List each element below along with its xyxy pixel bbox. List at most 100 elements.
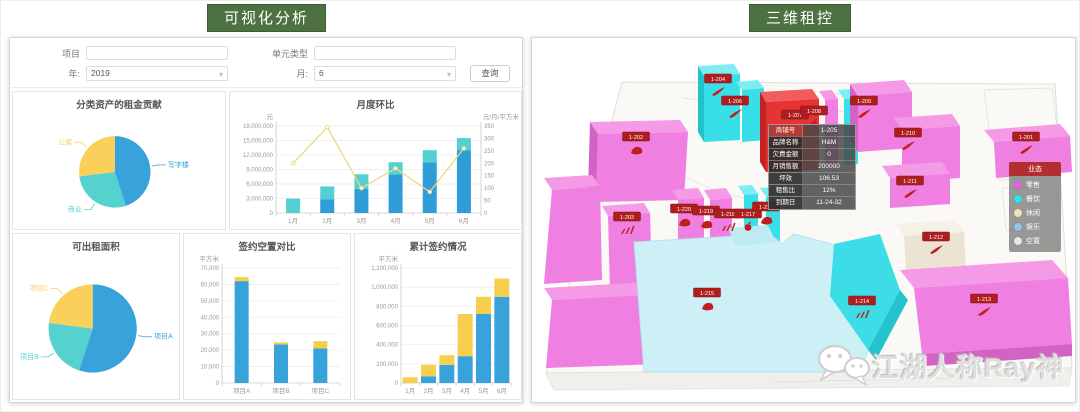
svg-text:18,000,000: 18,000,000 bbox=[243, 124, 274, 130]
svg-text:200,000: 200,000 bbox=[376, 362, 398, 368]
dashboard: 可视化分析 三维租控 项目 单元类型 年: 2019 ▾ 月: 6 bbox=[0, 0, 1080, 412]
legend-item[interactable]: 娱乐 bbox=[1014, 222, 1056, 232]
svg-text:12,000,000: 12,000,000 bbox=[243, 153, 274, 159]
svg-text:5月: 5月 bbox=[425, 217, 435, 225]
visual-analysis-panel: 项目 单元类型 年: 2019 ▾ 月: 6 ▾ 查询 bbox=[9, 37, 523, 403]
tooltip-value: H&M bbox=[803, 137, 855, 149]
legend-color-dot bbox=[1014, 209, 1022, 217]
svg-text:20,000: 20,000 bbox=[201, 348, 220, 354]
left-panel-title: 可视化分析 bbox=[207, 4, 326, 32]
svg-text:项目B: 项目B bbox=[20, 353, 39, 361]
svg-text:3月: 3月 bbox=[356, 217, 366, 225]
svg-text:6月: 6月 bbox=[459, 217, 469, 225]
legend-item[interactable]: 空置 bbox=[1014, 236, 1056, 246]
chart-title: 可出租面积 bbox=[13, 234, 179, 252]
svg-text:0: 0 bbox=[216, 381, 220, 387]
svg-text:1-215: 1-215 bbox=[700, 291, 714, 297]
legend-label: 零售 bbox=[1026, 180, 1040, 190]
chart-title: 签约空置对比 bbox=[184, 234, 350, 252]
svg-text:1-219: 1-219 bbox=[699, 209, 713, 215]
chart-title: 分类资产的租金贡献 bbox=[13, 92, 225, 110]
filter-form: 项目 单元类型 年: 2019 ▾ 月: 6 ▾ 查询 bbox=[10, 38, 522, 88]
svg-text:1-202: 1-202 bbox=[629, 135, 643, 141]
svg-text:元/月/平方米: 元/月/平方米 bbox=[483, 112, 520, 121]
svg-text:9,000,000: 9,000,000 bbox=[246, 168, 273, 174]
svg-text:项目C: 项目C bbox=[30, 285, 49, 293]
svg-text:3,000,000: 3,000,000 bbox=[246, 197, 273, 203]
tooltip-value: 1-205 bbox=[803, 125, 855, 137]
svg-text:6,000,000: 6,000,000 bbox=[246, 182, 273, 188]
signed-vacant-bar-chart: 010,00020,00030,00040,00050,00060,00070,… bbox=[184, 252, 350, 399]
year-select[interactable]: 2019 ▾ bbox=[86, 66, 228, 81]
svg-text:2月: 2月 bbox=[322, 217, 332, 225]
wechat-icon bbox=[816, 342, 872, 388]
search-button[interactable]: 查询 bbox=[470, 65, 510, 82]
svg-text:1-218: 1-218 bbox=[721, 212, 735, 218]
unit-type-label: 单元类型 bbox=[250, 47, 308, 60]
svg-text:10,000: 10,000 bbox=[201, 365, 220, 371]
legend-item[interactable]: 餐饮 bbox=[1014, 194, 1056, 204]
svg-text:60,000: 60,000 bbox=[201, 282, 220, 288]
svg-text:1-203: 1-203 bbox=[620, 215, 634, 221]
svg-text:600,000: 600,000 bbox=[376, 324, 398, 330]
month-select[interactable]: 6 ▾ bbox=[314, 66, 456, 81]
tooltip-label: 坪效 bbox=[769, 173, 803, 184]
tooltip-value: 12% bbox=[803, 185, 855, 197]
signed-vacant-card: 签约空置对比 010,00020,00030,00040,00050,00060… bbox=[183, 233, 351, 400]
legend-label: 娱乐 bbox=[1026, 222, 1040, 232]
tooltip-row: 月销售额200000 bbox=[769, 161, 855, 173]
cumulative-signing-card: 累计签约情况 0200,000400,000600,000800,0001,00… bbox=[354, 233, 522, 400]
svg-text:0: 0 bbox=[395, 381, 399, 387]
unit-type-input[interactable] bbox=[314, 46, 456, 60]
tooltip-row: 坪效106.53 bbox=[769, 173, 855, 185]
svg-text:0: 0 bbox=[270, 211, 274, 217]
right-panel-title: 三维租控 bbox=[749, 4, 851, 32]
svg-text:1-217: 1-217 bbox=[741, 212, 755, 218]
monthly-comparison-card: 月度环比 0 3,000,000 6,000,000 9,000,000 12,000,… bbox=[229, 91, 522, 230]
svg-text:平方米: 平方米 bbox=[379, 254, 399, 263]
svg-text:3月: 3月 bbox=[442, 387, 452, 395]
svg-text:250: 250 bbox=[484, 149, 495, 155]
rent-contribution-pie-chart: 写字楼商业公寓 bbox=[13, 110, 225, 229]
svg-text:4月: 4月 bbox=[391, 217, 401, 225]
svg-text:4月: 4月 bbox=[460, 387, 470, 395]
legend-item[interactable]: 零售 bbox=[1014, 180, 1056, 190]
svg-text:350: 350 bbox=[484, 124, 495, 130]
tooltip-value: 0 bbox=[803, 149, 855, 161]
rentable-area-pie-chart: 项目A项目B项目C bbox=[13, 252, 179, 399]
legend-item[interactable]: 休闲 bbox=[1014, 208, 1056, 218]
svg-text:1-208: 1-208 bbox=[807, 109, 821, 115]
svg-text:公寓: 公寓 bbox=[58, 137, 72, 146]
tooltip-row: 品牌名称H&M bbox=[769, 137, 855, 149]
svg-text:1-204: 1-204 bbox=[711, 77, 725, 83]
project-input[interactable] bbox=[86, 46, 228, 60]
svg-text:1-209: 1-209 bbox=[857, 99, 871, 105]
svg-text:1,200,000: 1,200,000 bbox=[371, 266, 398, 272]
svg-text:1月: 1月 bbox=[405, 387, 415, 395]
svg-text:15,000,000: 15,000,000 bbox=[243, 139, 274, 145]
svg-text:1,000,000: 1,000,000 bbox=[371, 285, 398, 291]
svg-text:1-213: 1-213 bbox=[977, 297, 991, 303]
svg-text:6月: 6月 bbox=[497, 387, 507, 395]
tooltip-row: 商铺号1-205 bbox=[769, 125, 855, 137]
svg-text:2月: 2月 bbox=[423, 387, 433, 395]
svg-text:项目B: 项目B bbox=[272, 387, 289, 395]
svg-text:0: 0 bbox=[484, 211, 488, 217]
project-label: 项目 bbox=[22, 47, 80, 60]
svg-text:800,000: 800,000 bbox=[376, 304, 398, 310]
year-label: 年: bbox=[22, 67, 80, 80]
tooltip-label: 月销售额 bbox=[769, 161, 803, 172]
chart-title: 月度环比 bbox=[230, 92, 521, 110]
legend-color-dot bbox=[1014, 237, 1022, 245]
legend-color-dot bbox=[1014, 195, 1022, 203]
cumulative-signing-bar-chart: 0200,000400,000600,000800,0001,000,0001,… bbox=[355, 252, 521, 399]
svg-text:1-214: 1-214 bbox=[855, 299, 869, 305]
tooltip-row: 到期日11-24-32 bbox=[769, 197, 855, 209]
map-block-vacant[interactable] bbox=[896, 220, 966, 274]
map-legend: 业态 零售餐饮休闲娱乐空置 bbox=[1009, 162, 1061, 252]
svg-text:300: 300 bbox=[484, 136, 495, 142]
tooltip-label: 到期日 bbox=[769, 197, 803, 209]
svg-text:项目C: 项目C bbox=[311, 387, 329, 395]
tooltip-label: 租售比 bbox=[769, 185, 803, 196]
tooltip-value: 11-24-32 bbox=[803, 197, 855, 209]
